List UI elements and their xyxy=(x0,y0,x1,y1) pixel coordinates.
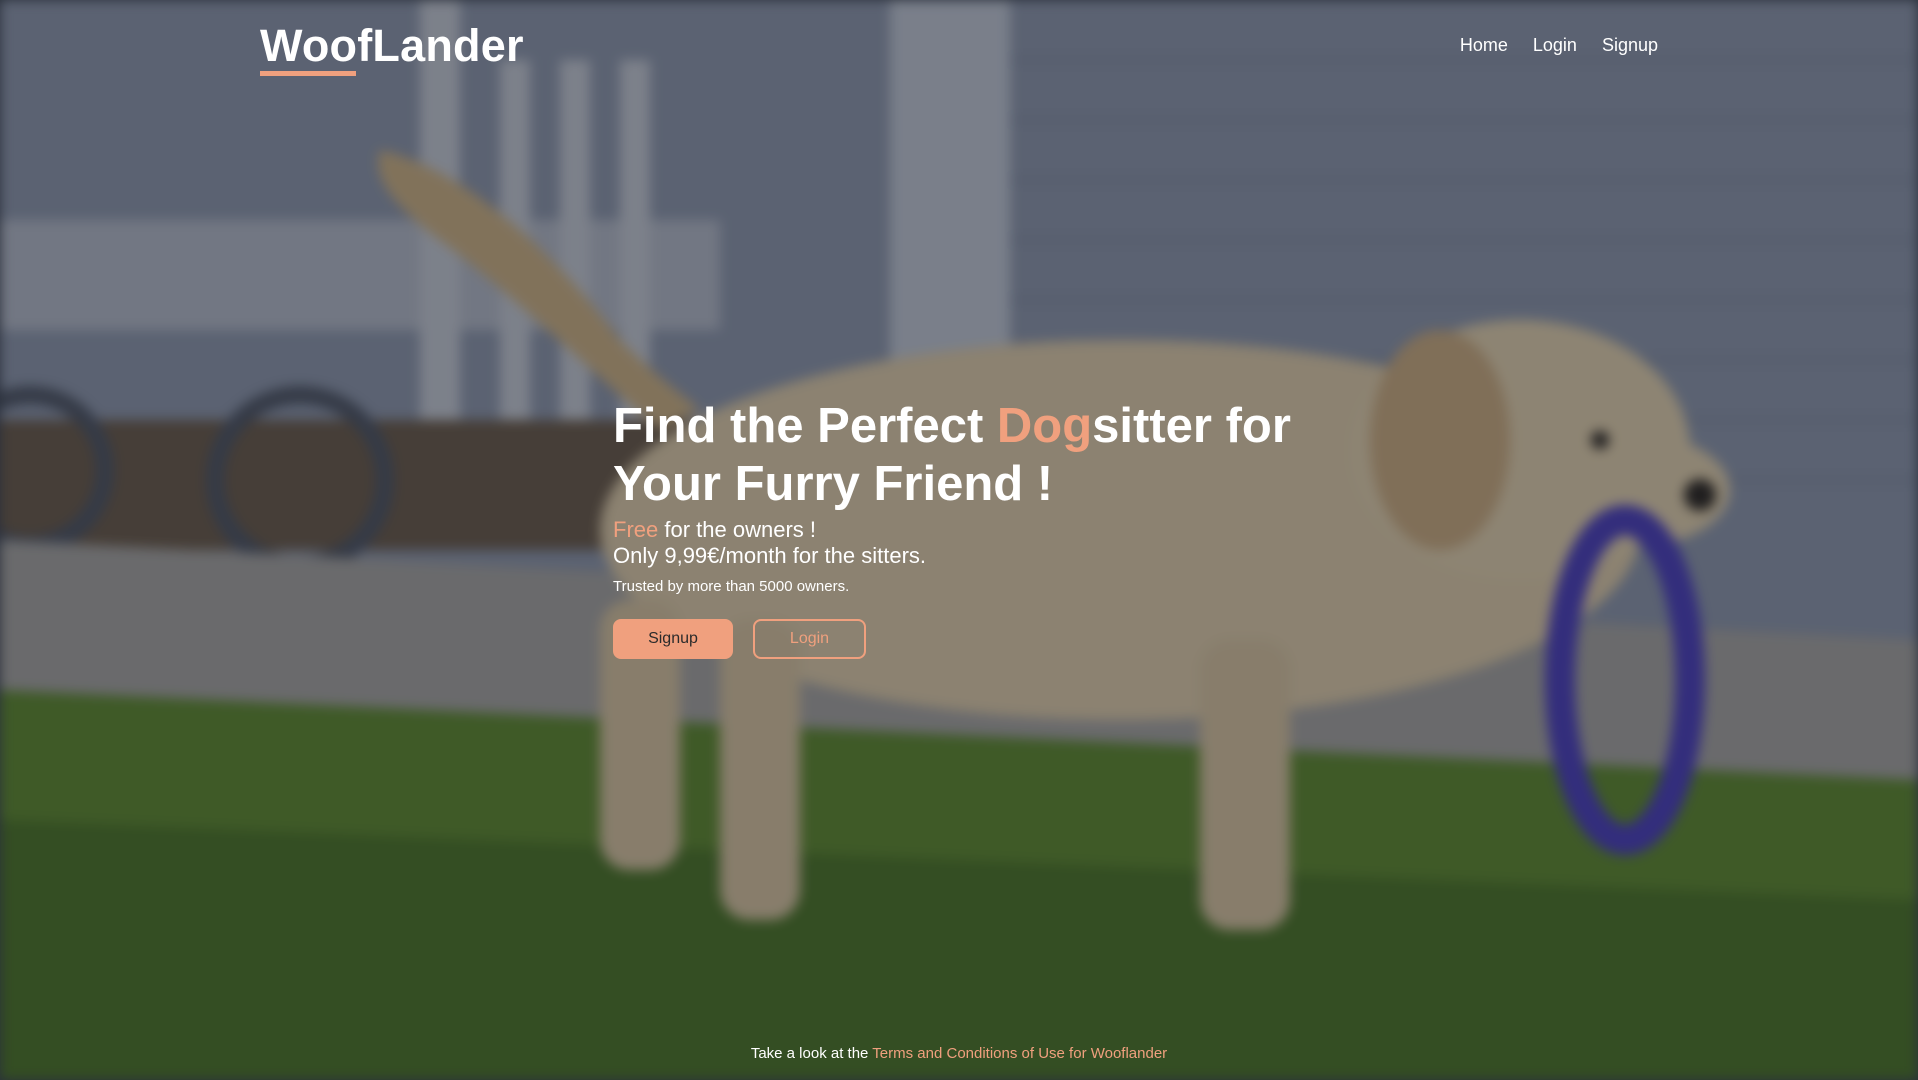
site-logo[interactable]: WoofLander xyxy=(260,20,524,72)
owner-pricing: Free for the owners ! xyxy=(613,517,1373,543)
hero-headline-part1: Find the Perfect xyxy=(613,399,997,453)
free-label: Free xyxy=(613,517,659,542)
hero-section: Find the Perfect Dogsitter for Your Furr… xyxy=(613,397,1373,659)
nav-login-link[interactable]: Login xyxy=(1533,35,1577,56)
nav-home-link[interactable]: Home xyxy=(1460,35,1508,56)
signup-button[interactable]: Signup xyxy=(613,619,733,659)
login-button[interactable]: Login xyxy=(753,619,866,659)
free-rest: for the owners ! xyxy=(658,517,816,542)
hero-actions: Signup Login xyxy=(613,619,1373,659)
trusted-text: Trusted by more than 5000 owners. xyxy=(613,578,850,595)
main-nav: Home Login Signup xyxy=(1460,35,1658,56)
hero-headline-accent: Dog xyxy=(996,399,1093,453)
nav-signup-link[interactable]: Signup xyxy=(1602,35,1658,56)
hero-headline: Find the Perfect Dogsitter for Your Furr… xyxy=(613,397,1373,513)
page-footer: Take a look at the Terms and Conditions … xyxy=(0,1045,1918,1062)
site-header: WoofLander Home Login Signup xyxy=(260,18,1658,88)
terms-link[interactable]: Terms and Conditions of Use for Woofland… xyxy=(872,1045,1167,1062)
footer-prefix: Take a look at the xyxy=(750,1045,873,1062)
sitter-pricing: Only 9,99€/month for the sitters. xyxy=(613,543,927,568)
logo-underline xyxy=(260,71,356,76)
